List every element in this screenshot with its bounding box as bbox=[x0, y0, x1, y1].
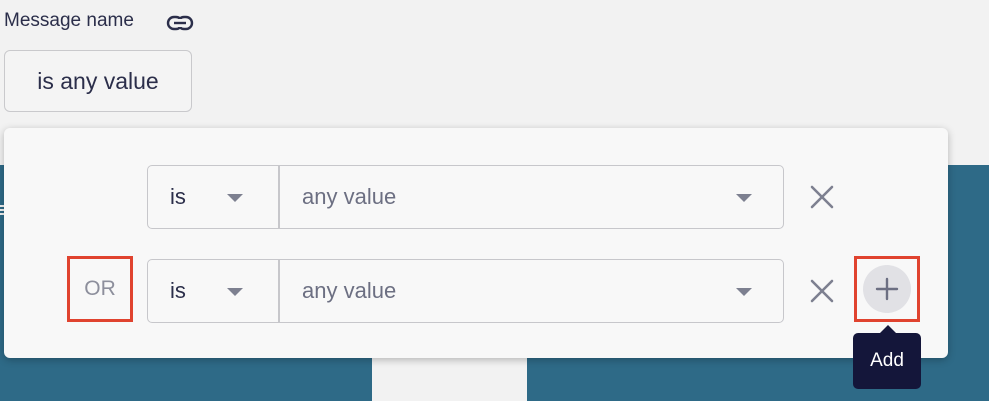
operator-select[interactable]: is bbox=[147, 259, 279, 323]
value-select[interactable]: any value bbox=[279, 259, 784, 323]
close-icon bbox=[810, 185, 834, 209]
or-connector: OR bbox=[67, 256, 133, 322]
operator-value: is bbox=[170, 184, 186, 209]
value-select[interactable]: any value bbox=[279, 165, 784, 229]
add-button-highlight bbox=[854, 256, 920, 322]
link-icon[interactable] bbox=[166, 12, 194, 34]
filter-panel: is any value OR is any value bbox=[4, 128, 948, 358]
add-row-button[interactable] bbox=[863, 265, 911, 313]
chevron-down-icon bbox=[736, 194, 752, 202]
add-tooltip: Add bbox=[853, 325, 921, 389]
filter-row: is any value bbox=[4, 165, 948, 229]
field-label: Message name bbox=[4, 10, 134, 31]
value-text: any value bbox=[302, 184, 397, 209]
close-icon bbox=[810, 279, 834, 303]
current-filter-button[interactable]: is any value bbox=[4, 50, 192, 112]
chevron-down-icon bbox=[736, 288, 752, 296]
value-text: any value bbox=[302, 278, 397, 303]
operator-value: is bbox=[170, 278, 186, 303]
plus-icon bbox=[875, 277, 899, 301]
chevron-down-icon bbox=[227, 288, 243, 296]
remove-row-button[interactable] bbox=[804, 273, 840, 309]
filter-row: OR is any value bbox=[4, 256, 948, 323]
remove-row-button[interactable] bbox=[804, 179, 840, 215]
chevron-down-icon bbox=[227, 194, 243, 202]
operator-select[interactable]: is bbox=[147, 165, 279, 229]
